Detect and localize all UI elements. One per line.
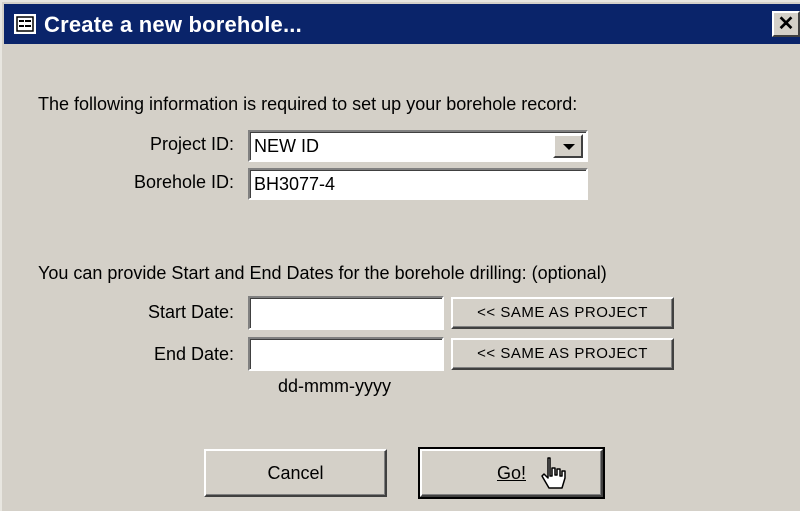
mouse-cursor-icon: [541, 457, 566, 489]
close-icon: ✕: [777, 13, 795, 35]
project-id-combobox[interactable]: NEW ID: [248, 130, 588, 162]
project-id-value: NEW ID: [254, 136, 319, 156]
borehole-id-label: Borehole ID:: [133, 172, 234, 192]
end-date-label: End Date:: [153, 344, 234, 364]
close-button[interactable]: ✕: [772, 11, 800, 37]
end-date-field[interactable]: [248, 337, 444, 371]
start-date-label: Start Date:: [147, 302, 234, 322]
start-date-field[interactable]: [248, 296, 444, 330]
window-title: Create a new borehole...: [44, 12, 302, 37]
start-same-as-project-button[interactable]: << SAME AS PROJECT: [451, 297, 674, 329]
project-id-label: Project ID:: [149, 134, 234, 154]
borehole-id-value: BH3077-4: [254, 174, 336, 194]
date-format-hint: dd-mmm-yyyy: [278, 376, 391, 396]
chevron-down-icon: [563, 144, 575, 150]
title-bar[interactable]: Create a new borehole... ✕: [4, 4, 800, 44]
end-same-as-project-button[interactable]: << SAME AS PROJECT: [451, 338, 674, 370]
cancel-button[interactable]: Cancel: [204, 449, 387, 497]
borehole-id-field[interactable]: BH3077-4: [248, 168, 588, 200]
required-info-text: The following information is required to…: [38, 94, 578, 114]
dialog-window: Create a new borehole... ✕ The following…: [0, 0, 800, 511]
form-icon: [14, 14, 36, 34]
project-id-dropdown-button[interactable]: [553, 134, 583, 158]
go-button[interactable]: Go!: [418, 447, 605, 499]
dates-info-text: You can provide Start and End Dates for …: [38, 263, 607, 283]
